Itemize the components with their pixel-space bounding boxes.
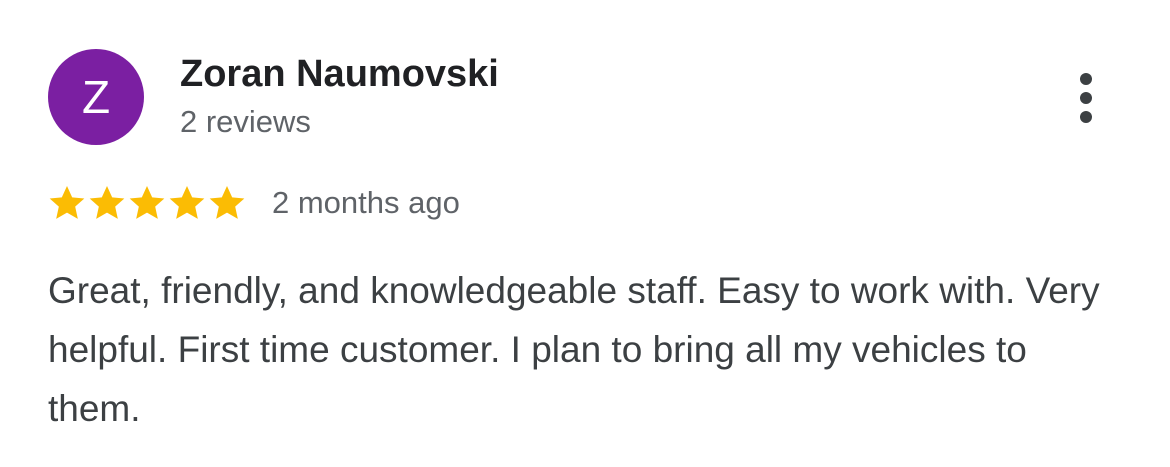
avatar[interactable]: Z: [48, 49, 144, 145]
star-icon: [209, 186, 245, 219]
star-icon: [89, 186, 125, 219]
review-text: Great, friendly, and knowledgeable staff…: [48, 270, 1100, 429]
more-vertical-icon: [1080, 92, 1092, 104]
star-icon: [49, 186, 85, 219]
star-icon: [169, 186, 205, 219]
more-options-button[interactable]: [1066, 68, 1106, 128]
star-rating: [47, 183, 247, 223]
review-date: 2 months ago: [272, 185, 460, 220]
review-count: 2 reviews: [180, 104, 311, 139]
star-icon: [129, 186, 165, 219]
rating-row: 2 months ago: [47, 182, 460, 224]
reviewer-name[interactable]: Zoran Naumovski: [180, 52, 499, 96]
more-vertical-icon: [1080, 111, 1092, 123]
review-card: Z Zoran Naumovski 2 reviews 2 months ago…: [0, 0, 1170, 467]
more-vertical-icon: [1080, 73, 1092, 85]
